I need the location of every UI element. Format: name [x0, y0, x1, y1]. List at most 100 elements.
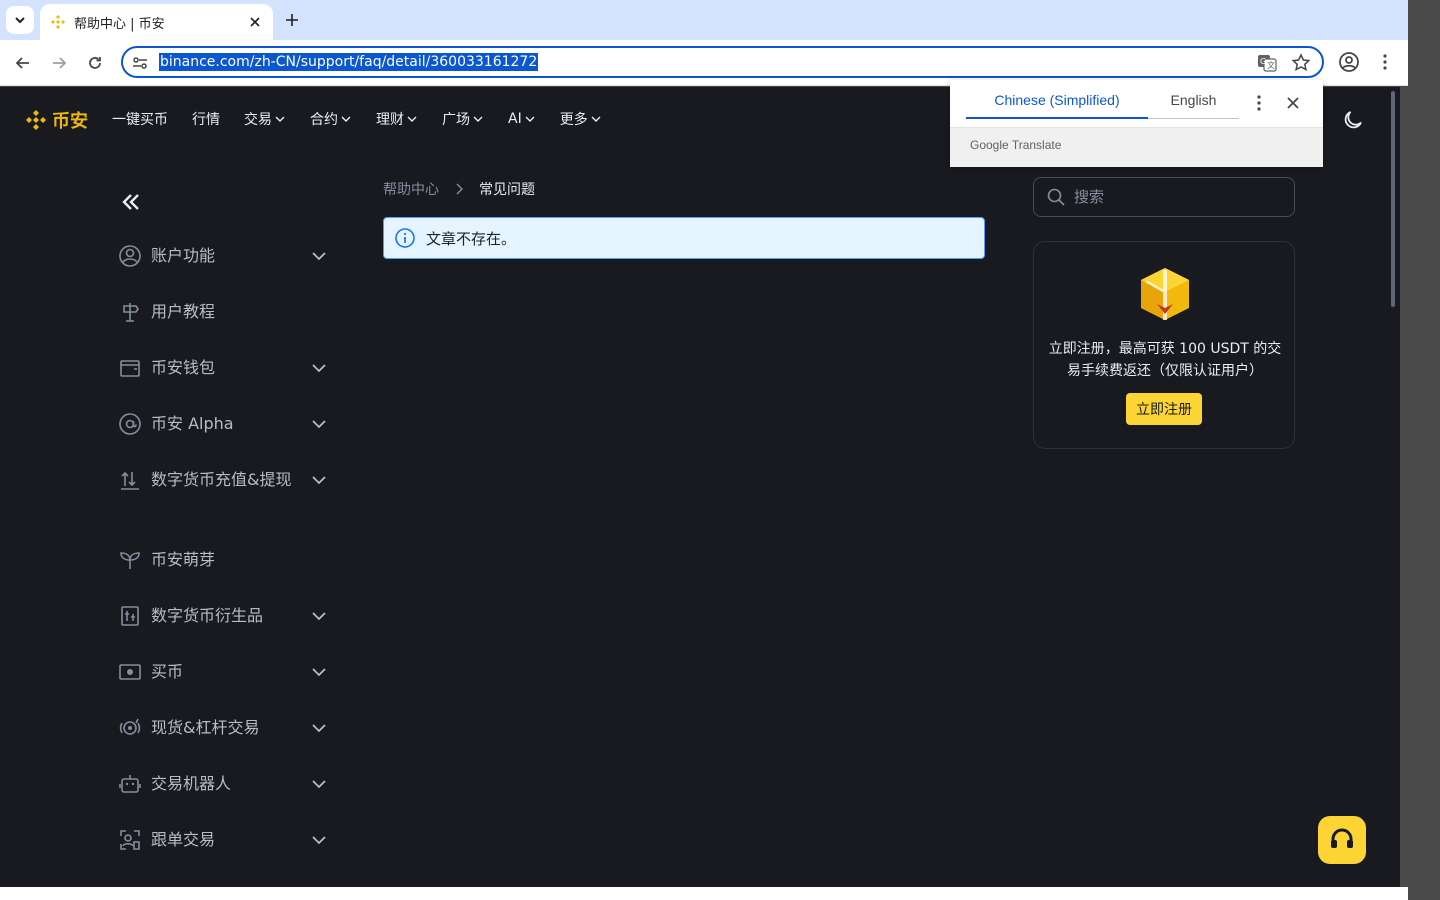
nav-item-label: 交易 [244, 112, 272, 128]
sidebar-item-label: 买币 [151, 662, 184, 681]
translate-popup: Chinese (Simplified) English Google Tran… [950, 80, 1323, 167]
sidebar-item-copy-trading[interactable]: 跟单交易 [118, 828, 328, 852]
sidebar-item-tutorial[interactable]: 用户教程 [118, 300, 328, 324]
nav-item[interactable]: 更多 [560, 107, 602, 131]
alert-message: 文章不存在。 [426, 229, 517, 248]
chevron-down-icon[interactable] [310, 663, 328, 681]
nav-item[interactable]: 理财 [376, 107, 418, 131]
chevron-down-icon[interactable] [310, 415, 328, 433]
user-circle-icon [119, 245, 141, 267]
translate-icon[interactable]: G 文 [1257, 53, 1277, 73]
tab-search-button[interactable] [6, 6, 34, 34]
sprout-icon [120, 552, 140, 569]
site-logo[interactable]: 币安 [24, 107, 88, 133]
forward-button[interactable] [47, 51, 71, 75]
nav-item[interactable]: 行情 [192, 107, 220, 131]
sidebar-item-derivatives[interactable]: 数字货币衍生品 [118, 604, 328, 628]
sidebar-item-label: 账户功能 [151, 246, 216, 265]
nav-item-label: AI [508, 111, 522, 127]
binance-favicon-icon [51, 15, 65, 29]
sidebar-item-label: 币安钱包 [151, 358, 216, 377]
sidebar-item-alpha[interactable]: 币安 Alpha [118, 412, 328, 436]
svg-text:文: 文 [1267, 60, 1275, 70]
sidebar-item-label: 交易机器人 [151, 774, 232, 793]
article-not-found-alert: 文章不存在。 [383, 217, 985, 259]
chevron-down-icon[interactable] [310, 359, 328, 377]
browser-tabstrip: 帮助中心 | 币安 [0, 0, 1408, 40]
register-now-button[interactable]: 立即注册 [1126, 393, 1202, 425]
plus-icon [286, 14, 298, 26]
chevron-down-icon [525, 116, 535, 122]
svg-text:G: G [1260, 57, 1266, 66]
breadcrumb-current: 常见问题 [479, 182, 535, 198]
close-icon[interactable] [1284, 94, 1302, 112]
window-right-edge [1408, 0, 1440, 900]
browser-tab-active[interactable]: 帮助中心 | 币安 [40, 4, 273, 40]
search-input[interactable] [1074, 188, 1274, 206]
back-button[interactable] [11, 51, 35, 75]
sidebar-item-spot-margin[interactable]: 现货&杠杆交易 [118, 716, 328, 740]
derivatives-icon [121, 606, 139, 626]
target-language-tab[interactable]: English [1148, 92, 1239, 119]
site-settings-icon[interactable] [131, 54, 149, 72]
nav-item[interactable]: 交易 [244, 107, 286, 131]
wallet-icon [120, 360, 140, 377]
scrollbar-thumb[interactable] [1391, 91, 1395, 307]
window-bottom-edge [0, 887, 1408, 900]
sidebar-item-account[interactable]: 账户功能 [118, 244, 328, 268]
at-sign-icon [119, 413, 141, 435]
nav-item-label: 合约 [310, 112, 338, 128]
reload-button[interactable] [83, 51, 107, 75]
new-tab-button[interactable] [280, 8, 304, 32]
collapse-sidebar-icon[interactable] [120, 191, 142, 213]
sidebar-item-label: 数字货币充值&提现 [151, 470, 292, 489]
robot-icon [119, 775, 141, 793]
chevron-down-icon[interactable] [310, 247, 328, 265]
cash-icon [119, 664, 141, 680]
nav-item[interactable]: AI [508, 107, 536, 131]
nav-item[interactable]: 一键买币 [112, 107, 168, 131]
sidebar-item-wallet[interactable]: 币安钱包 [118, 356, 328, 380]
sidebar-item-trading-bots[interactable]: 交易机器人 [118, 772, 328, 796]
more-vertical-icon[interactable] [1250, 94, 1268, 112]
chevron-down-icon [473, 116, 483, 122]
deposit-withdraw-icon [121, 471, 139, 490]
logo-text: 币安 [52, 111, 88, 132]
promo-text: 立即注册，最高可获 100 USDT 的交易手续费返还（仅限认证用户） [1048, 341, 1282, 379]
arrow-left-icon [15, 57, 29, 69]
browser-menu-button[interactable] [1376, 51, 1394, 73]
source-language-tab[interactable]: Chinese (Simplified) [966, 92, 1148, 119]
sidebar-item-sprout[interactable]: 币安萌芽 [118, 548, 328, 572]
chevron-down-icon [341, 116, 351, 122]
sidebar-item-label: 数字货币衍生品 [151, 606, 264, 625]
url-text[interactable]: binance.com/zh-CN/support/faq/detail/360… [159, 53, 539, 71]
signup-promo-card: 立即注册，最高可获 100 USDT 的交易手续费返还（仅限认证用户） 立即注册 [1033, 241, 1295, 449]
nav-item[interactable]: 广场 [442, 107, 484, 131]
gift-box-icon [1141, 268, 1189, 320]
chevron-down-icon[interactable] [310, 831, 328, 849]
chevron-down-icon[interactable] [310, 775, 328, 793]
chevron-right-icon [456, 183, 463, 195]
dark-mode-toggle-icon[interactable] [1341, 108, 1365, 132]
page-content: 币安 一键买币 行情 交易 合约 理财 广场 AI 更多 账户功能 用户教程 币… [0, 87, 1400, 887]
nav-item-label: 理财 [376, 112, 404, 128]
breadcrumb-home-link[interactable]: 帮助中心 [383, 179, 439, 199]
nav-item-label: 行情 [192, 112, 220, 128]
profile-icon[interactable] [1338, 51, 1360, 73]
help-search-box[interactable] [1033, 177, 1295, 217]
nav-item[interactable]: 合约 [310, 107, 352, 131]
binance-logo-icon [26, 110, 46, 130]
chevron-down-icon[interactable] [310, 719, 328, 737]
page-scrollbar[interactable] [1386, 87, 1400, 887]
chevron-down-icon[interactable] [310, 607, 328, 625]
tab-close-icon[interactable] [247, 14, 263, 30]
sidebar-item-deposit-withdraw[interactable]: 数字货币充值&提现 [118, 468, 328, 492]
sidebar-item-label: 用户教程 [151, 302, 216, 321]
sidebar-item-buy-crypto[interactable]: 买币 [118, 660, 328, 684]
sidebar-item-label: 现货&杠杆交易 [151, 718, 260, 737]
chevron-down-icon[interactable] [310, 471, 328, 489]
support-chat-button[interactable] [1318, 816, 1366, 864]
address-bar[interactable]: binance.com/zh-CN/support/faq/detail/360… [121, 46, 1324, 78]
nav-item-label: 一键买币 [112, 112, 168, 128]
bookmark-star-icon[interactable] [1291, 53, 1311, 73]
